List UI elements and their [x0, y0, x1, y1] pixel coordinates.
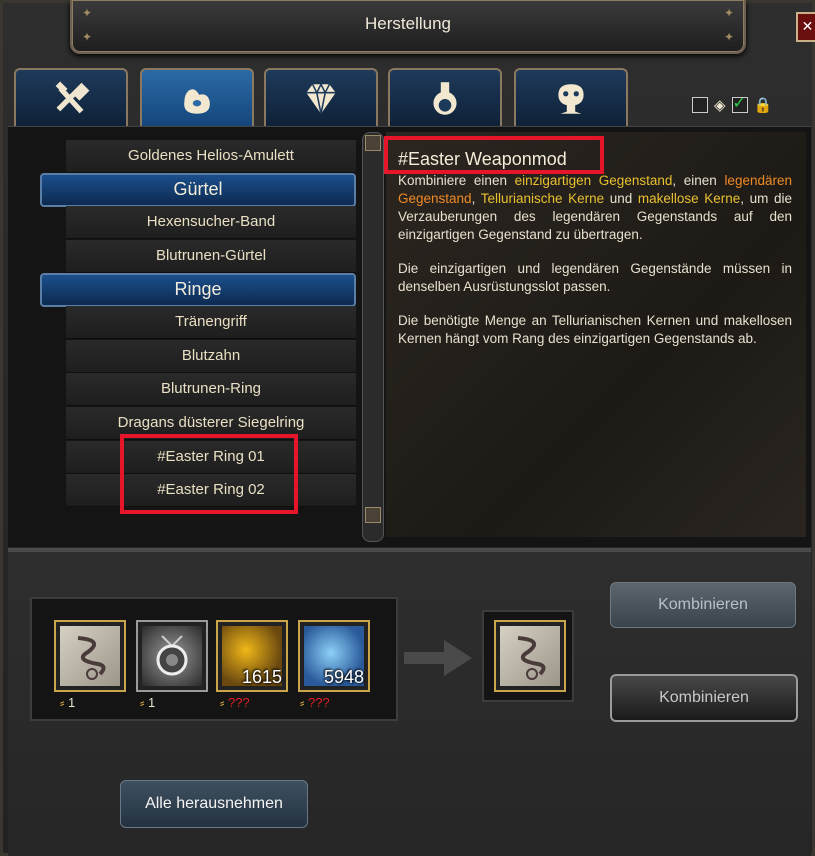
hammer-icon: ⸗	[220, 695, 225, 710]
filter-checkbox-2[interactable]	[731, 93, 748, 113]
tab-mask-trophy[interactable]	[514, 68, 628, 128]
tab-gem[interactable]	[264, 68, 378, 128]
hammer-icon: ⸗	[140, 695, 145, 710]
title-bar: ✦ ✦ ✦ ✦ Herstellung	[70, 0, 746, 54]
take-all-button[interactable]: Alle herausnehmen	[120, 780, 308, 828]
ingredient-slot-3[interactable]: 1615	[216, 620, 288, 692]
description-paragraph-1: Kombiniere einen einzigartigen Gegenstan…	[398, 172, 792, 244]
gem-icon	[306, 82, 336, 114]
item-count: 1615	[241, 667, 282, 687]
requirement-4: ⸗ ???	[300, 695, 330, 710]
requirement-value: 1	[67, 695, 76, 710]
requirement-3: ⸗ ???	[220, 695, 250, 710]
highlight-flawless: makellose Kerne	[637, 191, 741, 206]
list-item[interactable]: Hexensucher-Band	[66, 206, 356, 239]
text: ,	[471, 191, 481, 206]
result-slot[interactable]	[494, 620, 566, 692]
description-paragraph-3: Die benötigte Menge an Tellurianischen K…	[398, 313, 792, 346]
tools-icon	[55, 81, 90, 114]
whip-icon	[517, 636, 546, 680]
list-item[interactable]: Blutrunen-Gürtel	[66, 240, 356, 273]
scroll-down-button[interactable]	[365, 507, 381, 523]
filter-checkbox-1[interactable]	[692, 97, 708, 113]
list-item[interactable]: Tränengriff	[66, 306, 356, 339]
ingredient-slot-1[interactable]	[54, 620, 126, 692]
text: und	[604, 191, 638, 206]
requirement-2: ⸗ 1	[140, 695, 155, 710]
requirement-value: 1	[147, 695, 156, 710]
hammer-icon: ⸗	[60, 695, 65, 710]
recipe-title: #Easter Weaponmod	[384, 136, 604, 174]
ingredient-slot-4[interactable]: 5948	[298, 620, 370, 692]
list-item[interactable]: Goldenes Helios-Amulett	[66, 140, 356, 173]
hammer-icon: ⸗	[300, 695, 305, 710]
recipe-list-scrollbar[interactable]	[362, 132, 384, 542]
highlight-tellurian: Tellurianische Kerne	[480, 191, 605, 206]
text: , einen	[672, 173, 725, 188]
tab-potion[interactable]	[388, 68, 502, 128]
pouch-icon	[184, 89, 210, 114]
combine-button-2[interactable]: Kombinieren	[610, 674, 798, 722]
requirement-value: ???	[307, 695, 330, 710]
recipe-description: Kombiniere einen einzigartigen Gegenstan…	[398, 172, 792, 364]
requirement-value: ???	[227, 695, 250, 710]
ingredient-slot-2[interactable]	[136, 620, 208, 692]
close-icon: ✕	[801, 18, 814, 34]
whip-icon	[77, 636, 106, 680]
requirement-1: ⸗ 1	[60, 695, 75, 710]
tab-pouch[interactable]	[140, 68, 254, 128]
potion-icon	[433, 82, 457, 115]
amulet-icon	[156, 635, 188, 676]
description-paragraph-2: Die einzigartigen und legendären Gegenst…	[398, 261, 792, 294]
arrow-right-icon	[404, 640, 472, 676]
combine-button-1[interactable]: Kombinieren	[610, 582, 796, 628]
filter-bar: ◈ 🔒	[692, 93, 773, 114]
list-header-guertel[interactable]: Gürtel	[40, 173, 356, 207]
list-item[interactable]: Blutzahn	[66, 340, 356, 373]
text: Kombiniere einen	[398, 173, 515, 188]
pouch-icon: ◈	[714, 97, 726, 114]
window-title: Herstellung	[365, 14, 451, 33]
lock-icon: 🔒	[753, 97, 773, 114]
mask-trophy-icon	[558, 84, 584, 114]
close-button[interactable]: ✕	[796, 12, 815, 42]
list-item[interactable]: Blutrunen-Ring	[66, 373, 356, 406]
scroll-up-button[interactable]	[365, 135, 381, 151]
list-header-ringe[interactable]: Ringe	[40, 273, 356, 307]
item-count: 5948	[323, 667, 364, 687]
tab-tools[interactable]	[14, 68, 128, 128]
highlight-unique: einzigartigen Gegenstand	[514, 173, 673, 188]
highlight-box	[120, 434, 298, 514]
